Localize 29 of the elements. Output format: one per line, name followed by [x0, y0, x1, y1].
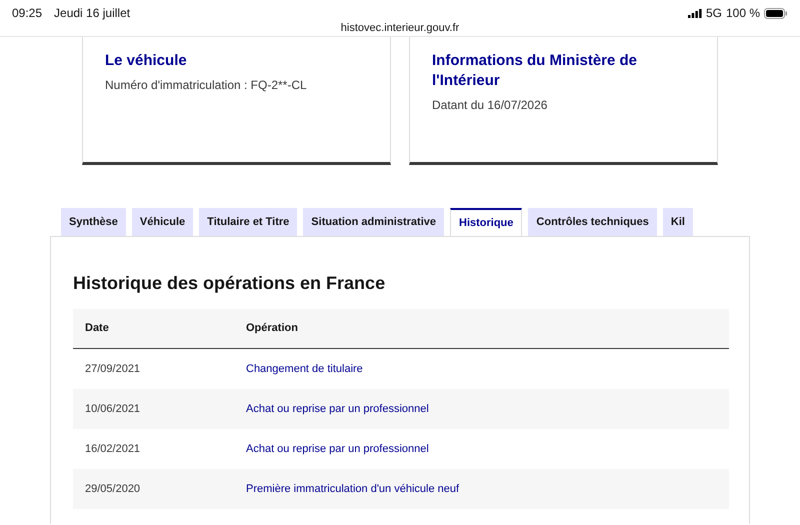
date-cell-text: 16/02/2021 [84, 442, 142, 457]
signal-icon [688, 8, 702, 18]
card-text: Datant du 16/07/2026 [432, 97, 548, 114]
column-header: Date [84, 321, 110, 336]
card-title: Informations du Ministère de l'Intérieur [432, 51, 638, 91]
battery-label: 100 % [726, 5, 760, 22]
column-header: Opération [246, 321, 298, 336]
status-date: Jeudi 16 juillet [54, 5, 130, 22]
tab[interactable]: Synthèse [61, 208, 126, 236]
tab[interactable]: Kil [662, 208, 693, 236]
operation-cell-text: Changement de titulaire [246, 362, 363, 377]
operation-cell-text: Première immatriculation d'un véhicule neuf [246, 482, 460, 497]
date-cell-text: 27/09/2021 [84, 362, 142, 377]
battery-icon [764, 8, 788, 18]
section-heading: Historique des opérations en France [73, 272, 386, 295]
card-title: Le véhicule [105, 51, 188, 71]
date-cell-text: 10/06/2021 [84, 402, 142, 417]
operation-cell-text: Achat ou reprise par un professionnel [246, 442, 429, 457]
date-cell-text: 29/05/2020 [84, 482, 142, 497]
network-label: 5G [706, 5, 722, 22]
tab[interactable]: Historique [450, 208, 522, 236]
status-time: 09:25 [12, 5, 42, 22]
tab[interactable]: Véhicule [132, 208, 194, 236]
tab[interactable]: Titulaire et Titre [199, 208, 298, 236]
url-text[interactable]: histovec.interieur.gouv.fr [340, 22, 460, 34]
card-text: Numéro d'immatriculation : FQ-2**-CL [105, 77, 308, 94]
tab[interactable]: Situation administrative [303, 208, 444, 236]
operation-cell-text: Achat ou reprise par un professionnel [246, 402, 429, 417]
tab[interactable]: Contrôles techniques [528, 208, 657, 236]
